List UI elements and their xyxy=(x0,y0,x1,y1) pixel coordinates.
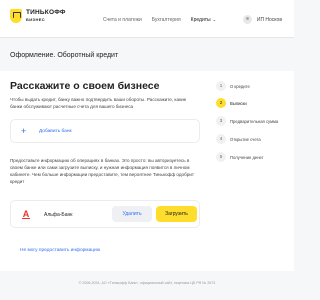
upload-statement-button[interactable]: Загрузить xyxy=(156,206,197,222)
add-bank-button[interactable]: + Добавить банк xyxy=(10,119,200,143)
footer-copyright: © 2006-2024, АО «Тинькофф Банк», официал… xyxy=(78,281,216,285)
step-preliminary-amount: 3 Предварительная сумма xyxy=(216,116,286,128)
section-description: Чтобы выдать кредит, банку важно подтвер… xyxy=(10,97,187,109)
nav-item-credits[interactable]: Кредиты ⌄ xyxy=(191,17,216,23)
step-label: Получение денег xyxy=(230,155,264,160)
user-avatar-icon xyxy=(242,15,252,24)
step-label: Предварительная сумма xyxy=(230,119,279,124)
add-bank-label: Добавить банк xyxy=(39,129,72,134)
bank-name: Альфа-Банк xyxy=(44,212,73,218)
page-title: Оформление. Оборотный кредит xyxy=(10,52,119,59)
chevron-down-icon: ⌄ xyxy=(211,17,217,22)
nav-item-accounting[interactable]: Бухгалтерия xyxy=(152,17,181,23)
step-number: 4 xyxy=(216,134,226,144)
main-card: Расскажите о своем бизнесе Чтобы выдать … xyxy=(0,71,294,271)
logo-name: ТИНЬКОФФ xyxy=(26,9,66,17)
step-getting-money: 5 Получение денег xyxy=(216,152,286,164)
step-number: 1 xyxy=(216,81,226,91)
nav-item-accounts[interactable]: Счета и платежи xyxy=(103,17,142,23)
step-loan: 1 О кредите xyxy=(216,81,286,93)
step-account-opening: 4 Открытие счета xyxy=(216,134,286,146)
delete-bank-button[interactable]: Удалить xyxy=(112,206,152,222)
step-statements: 2 Выписки xyxy=(216,98,286,110)
cannot-provide-info-link[interactable]: Не могу предоставить информацию xyxy=(20,248,100,253)
plus-icon: + xyxy=(21,126,27,136)
step-label: Выписки xyxy=(230,101,247,106)
top-header: ТИНЬКОФФ БИЗНЕС Счета и платежи Бухгалте… xyxy=(0,0,294,38)
step-number: 2 xyxy=(216,98,226,108)
tinkoff-business-logo[interactable]: ТИНЬКОФФ БИЗНЕС xyxy=(10,9,66,23)
bank-row: А Альфа-Банк Удалить Загрузить xyxy=(10,200,200,228)
alfa-bank-logo-icon: А xyxy=(22,209,30,219)
section-title: Расскажите о своем бизнесе xyxy=(10,80,160,92)
main-nav: Счета и платежи Бухгалтерия Кредиты ⌄ xyxy=(103,17,216,23)
logo-subtitle: БИЗНЕС xyxy=(26,16,46,22)
step-number: 3 xyxy=(216,116,226,126)
step-label: Открытие счета xyxy=(230,137,261,142)
step-label: О кредите xyxy=(230,84,250,89)
nav-item-credits-label: Кредиты xyxy=(190,17,211,23)
tinkoff-shield-icon xyxy=(10,9,22,23)
user-menu[interactable]: ИП Носков xyxy=(242,15,282,24)
user-name: ИП Носков xyxy=(256,16,282,23)
logo-text: ТИНЬКОФФ БИЗНЕС xyxy=(26,10,66,22)
info-text: Предоставьте информацию об операциях в б… xyxy=(10,158,194,184)
step-number: 5 xyxy=(216,152,226,162)
